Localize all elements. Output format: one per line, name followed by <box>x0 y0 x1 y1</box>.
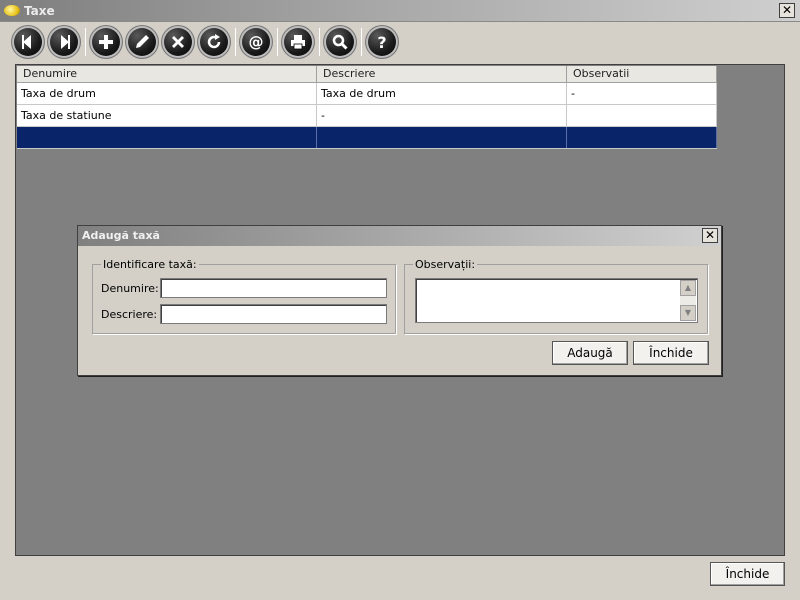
cell-observatii[interactable]: - <box>567 83 717 104</box>
svg-text:@: @ <box>249 33 264 51</box>
cell-descriere[interactable]: Taxa de drum <box>317 83 567 104</box>
denumire-field[interactable] <box>160 278 387 298</box>
table-row[interactable]: Taxa de drum Taxa de drum - <box>17 83 717 105</box>
denumire-label: Denumire: <box>101 282 159 295</box>
taxe-grid: Denumire Descriere Observatii Taxa de dr… <box>17 66 717 149</box>
table-row-selected[interactable] <box>17 127 717 149</box>
observatii-group-label: Observații: <box>413 258 478 271</box>
search-icon <box>332 34 348 50</box>
email-icon: @ <box>249 33 264 51</box>
add-button[interactable]: Adaugă <box>552 341 628 365</box>
print-icon <box>291 35 305 50</box>
edit-button[interactable] <box>126 26 158 58</box>
title-bar: Taxe ✕ <box>0 0 800 22</box>
cell-observatii[interactable] <box>567 127 717 148</box>
add-button[interactable] <box>90 26 122 58</box>
print-button[interactable] <box>282 26 314 58</box>
search-button[interactable] <box>324 26 356 58</box>
table-row[interactable]: Taxa de statiune - <box>17 105 717 127</box>
scroll-up-button[interactable]: ▲ <box>680 280 696 296</box>
toolbar-separator <box>319 28 320 56</box>
help-icon: ? <box>377 33 386 52</box>
dialog-close-text-button[interactable]: Închide <box>633 341 709 365</box>
toolbar-separator <box>85 28 86 56</box>
column-header-descriere[interactable]: Descriere <box>317 66 567 82</box>
observatii-textarea[interactable]: ▲ ▼ <box>415 278 698 323</box>
window-title: Taxe <box>24 4 55 18</box>
help-button[interactable]: ? <box>366 26 398 58</box>
toolbar-separator <box>277 28 278 56</box>
email-button[interactable]: @ <box>240 26 272 58</box>
scroll-down-button[interactable]: ▼ <box>680 305 696 321</box>
cell-observatii[interactable] <box>567 105 717 126</box>
column-header-denumire[interactable]: Denumire <box>17 66 317 82</box>
dialog-title: Adaugă taxă <box>82 229 160 242</box>
cell-denumire[interactable]: Taxa de drum <box>17 83 317 104</box>
toolbar: @ ? <box>8 26 788 58</box>
first-record-icon <box>22 35 31 49</box>
toolbar-separator <box>361 28 362 56</box>
cell-descriere[interactable]: - <box>317 105 567 126</box>
add-tax-dialog: Adaugă taxă ✕ Identificare taxă: Denumir… <box>77 225 722 376</box>
cell-denumire[interactable] <box>17 127 317 148</box>
last-record-icon <box>61 35 70 49</box>
add-icon <box>99 35 113 49</box>
delete-button[interactable] <box>162 26 194 58</box>
dialog-title-bar: Adaugă taxă ✕ <box>78 226 721 246</box>
observatii-group: Observații: ▲ ▼ <box>404 258 708 334</box>
app-icon <box>4 5 20 16</box>
toolbar-separator <box>235 28 236 56</box>
close-button[interactable]: Închide <box>710 562 785 586</box>
cell-descriere[interactable] <box>317 127 567 148</box>
descriere-label: Descriere: <box>101 308 158 321</box>
observatii-scrollbar[interactable]: ▲ ▼ <box>680 280 696 321</box>
descriere-field[interactable] <box>160 304 387 324</box>
first-record-button[interactable] <box>12 26 44 58</box>
identificare-group-label: Identificare taxă: <box>101 258 199 271</box>
identificare-group: Identificare taxă: Denumire: Descriere: <box>92 258 396 334</box>
grid-header: Denumire Descriere Observatii <box>17 66 717 83</box>
refresh-button[interactable] <box>198 26 230 58</box>
delete-icon <box>172 36 184 48</box>
window-close-button[interactable]: ✕ <box>779 3 795 18</box>
cell-denumire[interactable]: Taxa de statiune <box>17 105 317 126</box>
dialog-close-button[interactable]: ✕ <box>702 228 718 243</box>
last-record-button[interactable] <box>48 26 80 58</box>
column-header-observatii[interactable]: Observatii <box>567 66 717 82</box>
refresh-icon <box>207 34 221 49</box>
svg-text:?: ? <box>377 33 386 52</box>
edit-icon <box>136 35 149 48</box>
